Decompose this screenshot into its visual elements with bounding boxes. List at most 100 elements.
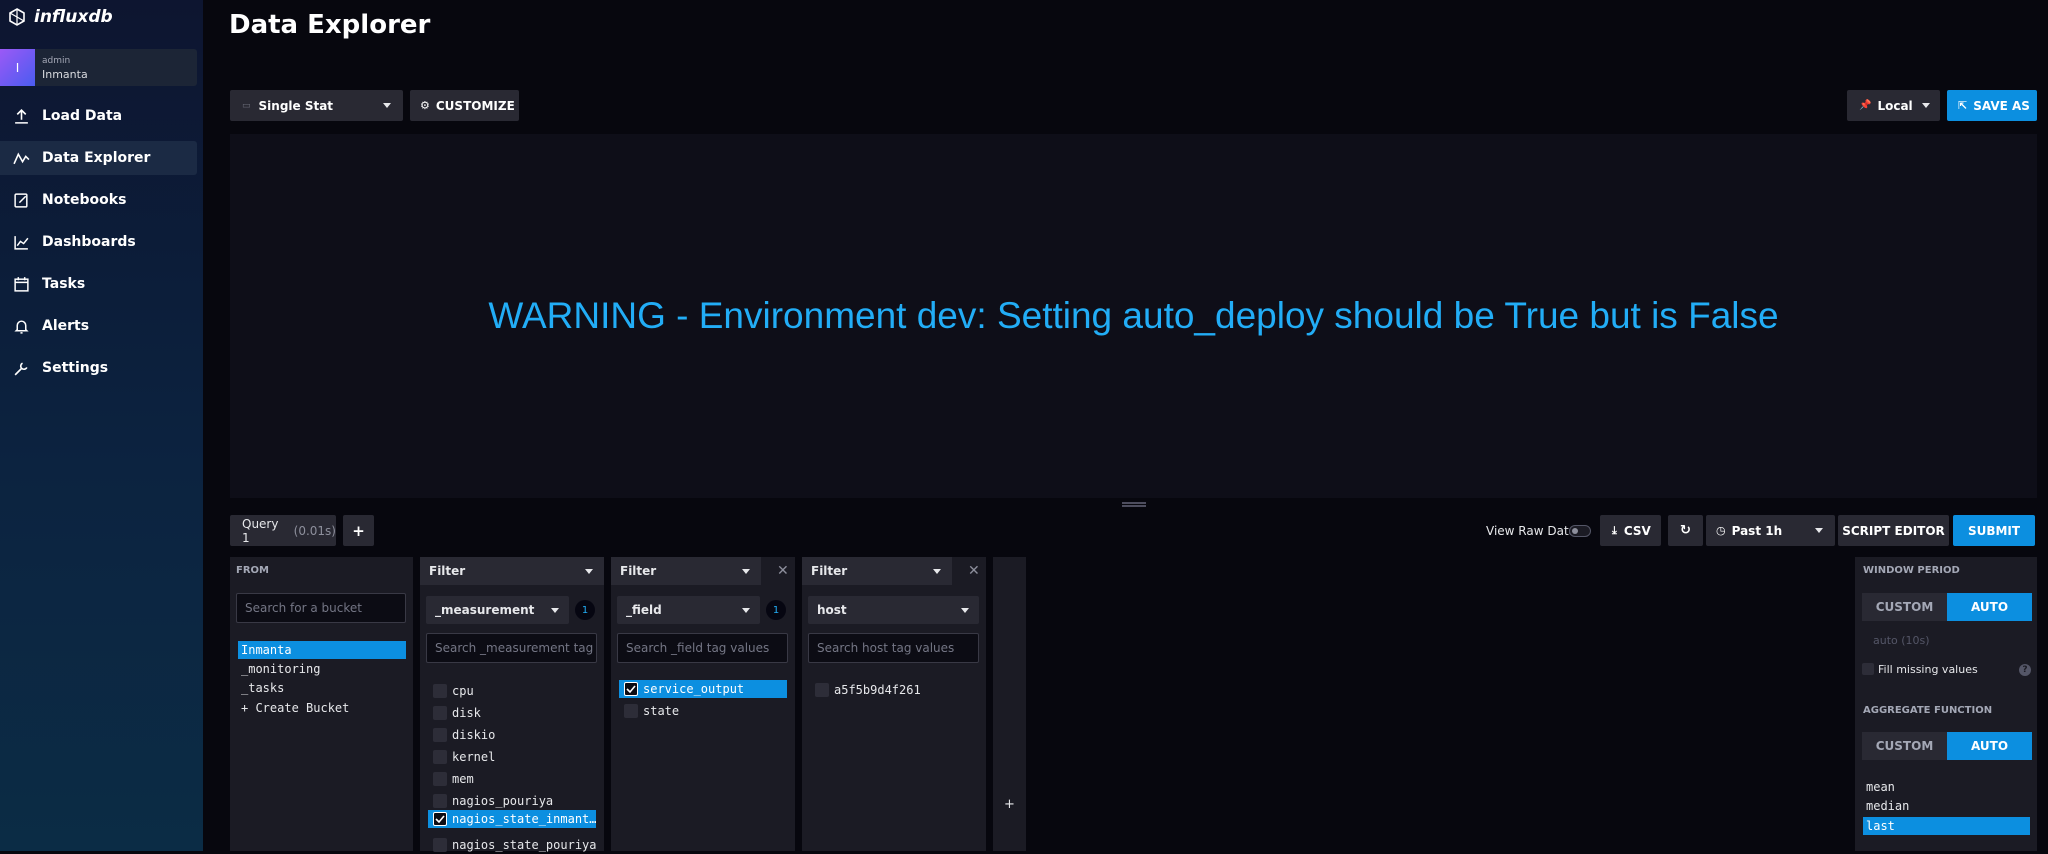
function-item-selected[interactable]: last (1863, 817, 2030, 835)
save-as-button[interactable]: ⇱ SAVE AS (1947, 90, 2037, 121)
nav-item-alerts[interactable]: Alerts (0, 309, 197, 343)
window-auto-option[interactable]: AUTO (1947, 593, 2032, 621)
visualization-panel: WARNING - Environment dev: Setting auto_… (230, 134, 2037, 498)
checkbox-checked (433, 812, 447, 826)
checkbox[interactable] (433, 728, 447, 742)
tag-key-dropdown[interactable]: _measurement (426, 596, 569, 624)
sidebar: influxdb I admin Inmanta Load Data Data … (0, 0, 203, 851)
tag-value-item[interactable]: nagios_state_pouriya (452, 836, 597, 854)
query-tab-label: Query 1 (242, 516, 279, 545)
function-item[interactable]: mean (1863, 778, 2030, 796)
tag-value-item[interactable]: disk (452, 704, 481, 722)
filter-label: Filter (620, 564, 657, 578)
time-range-dropdown[interactable]: ◷ Past 1h (1706, 515, 1835, 546)
view-raw-label: View Raw Data (1486, 524, 1576, 538)
tag-value-item[interactable]: state (643, 702, 679, 720)
close-icon[interactable]: ✕ (777, 563, 789, 579)
tag-value-item[interactable]: a5f5b9d4f261 (834, 681, 921, 699)
function-item[interactable]: median (1863, 797, 2030, 815)
time-range-label: Past 1h (1731, 523, 1783, 538)
add-query-label: + (352, 521, 365, 540)
checkbox[interactable] (433, 706, 447, 720)
tag-value-item-selected[interactable]: service_output (619, 680, 787, 698)
tag-value-item[interactable]: mem (452, 770, 474, 788)
org-name: Inmanta (42, 68, 88, 81)
checkbox[interactable] (433, 750, 447, 764)
fill-missing-checkbox[interactable] (1862, 663, 1874, 675)
tag-key-dropdown[interactable]: host (808, 596, 979, 624)
nav-item-data-explorer[interactable]: Data Explorer (0, 141, 197, 175)
tag-value-item[interactable]: diskio (452, 726, 495, 744)
tag-value-item-selected[interactable]: nagios_state_inmant… (428, 810, 597, 828)
csv-button[interactable]: ⤓ CSV (1600, 515, 1661, 546)
bucket-item[interactable]: _monitoring (238, 660, 406, 678)
add-query-button[interactable]: + (343, 515, 374, 546)
create-bucket-item[interactable]: + Create Bucket (238, 699, 406, 717)
query-tab[interactable]: Query 1 (0.01s) (230, 515, 336, 546)
nav-item-dashboards[interactable]: Dashboards (0, 225, 197, 259)
script-editor-button[interactable]: SCRIPT EDITOR (1838, 515, 1949, 546)
chevron-down-icon (742, 608, 750, 613)
tag-key-label: _measurement (435, 603, 535, 617)
tag-value-search-input[interactable]: Search _field tag values (617, 633, 788, 663)
refresh-button[interactable]: ↻ (1668, 515, 1703, 546)
resize-handle[interactable] (1122, 502, 1146, 507)
filter-panel-field: Filter ✕ _field 1 Search _field tag valu… (611, 557, 795, 851)
bucket-item[interactable]: _tasks (238, 679, 406, 697)
calendar-icon (13, 276, 29, 292)
checkbox[interactable] (433, 838, 447, 852)
checkbox[interactable] (433, 772, 447, 786)
aggregate-panel: WINDOW PERIOD CUSTOM AUTO auto (10s) Fil… (1855, 557, 2037, 851)
selected-count-badge: 1 (766, 600, 786, 620)
nav-item-tasks[interactable]: Tasks (0, 267, 197, 301)
window-period-input[interactable]: auto (10s) (1873, 634, 1930, 647)
wrench-icon (14, 361, 28, 375)
nav-label: Tasks (42, 276, 86, 292)
org-switcher[interactable]: I admin Inmanta (0, 49, 197, 86)
filter-function-dropdown[interactable]: Filter (420, 557, 604, 585)
chevron-down-icon (742, 569, 750, 574)
single-stat-icon: ▭ (242, 100, 251, 111)
filter-function-dropdown[interactable]: Filter (611, 557, 761, 585)
window-custom-option[interactable]: CUSTOM (1862, 593, 1947, 621)
filter-function-dropdown[interactable]: Filter (802, 557, 952, 585)
download-icon: ⤓ (1612, 523, 1617, 537)
logo-text: influxdb (34, 7, 113, 27)
influx-logo-icon (9, 8, 25, 26)
nav-label: Notebooks (42, 192, 127, 208)
checkbox[interactable] (433, 794, 447, 808)
checkbox[interactable] (815, 683, 829, 697)
submit-label: SUBMIT (1967, 523, 2021, 538)
customize-button[interactable]: ⚙ CUSTOMIZE (410, 90, 519, 121)
chevron-down-icon (1922, 103, 1930, 108)
help-icon[interactable]: ? (2019, 664, 2031, 676)
view-raw-toggle[interactable] (1569, 525, 1591, 537)
tag-key-dropdown[interactable]: _field (617, 596, 760, 624)
tag-value-item[interactable]: nagios_pouriya (452, 792, 553, 810)
export-icon: ⇱ (1958, 99, 1968, 112)
checkbox[interactable] (433, 684, 447, 698)
tag-value-search-input[interactable]: Search host tag values (808, 633, 979, 663)
graph-icon (12, 151, 30, 164)
nav-item-settings[interactable]: Settings (0, 351, 197, 385)
app-logo[interactable]: influxdb (8, 6, 113, 28)
timezone-dropdown[interactable]: 📌 Local (1847, 90, 1940, 121)
tag-value-search-input[interactable]: Search _measurement tag (426, 633, 597, 663)
checkbox[interactable] (624, 704, 638, 718)
viz-type-dropdown[interactable]: ▭ Single Stat (230, 90, 403, 121)
function-custom-option[interactable]: CUSTOM (1862, 732, 1947, 760)
window-period-toggle: CUSTOM AUTO (1862, 593, 2032, 621)
chevron-down-icon (961, 608, 969, 613)
submit-button[interactable]: SUBMIT (1953, 515, 2035, 546)
function-auto-option[interactable]: AUTO (1947, 732, 2032, 760)
add-filter-button[interactable]: + (993, 557, 1026, 851)
nav-item-notebooks[interactable]: Notebooks (0, 183, 197, 217)
viz-type-label: Single Stat (258, 98, 334, 113)
tag-value-item[interactable]: cpu (452, 682, 474, 700)
nav-item-load-data[interactable]: Load Data (0, 99, 197, 133)
close-icon[interactable]: ✕ (968, 563, 980, 579)
nav-label: Alerts (42, 318, 90, 334)
bucket-search-input[interactable]: Search for a bucket (236, 593, 406, 623)
tag-value-item[interactable]: kernel (452, 748, 495, 766)
bucket-item[interactable]: Inmanta (238, 641, 406, 659)
